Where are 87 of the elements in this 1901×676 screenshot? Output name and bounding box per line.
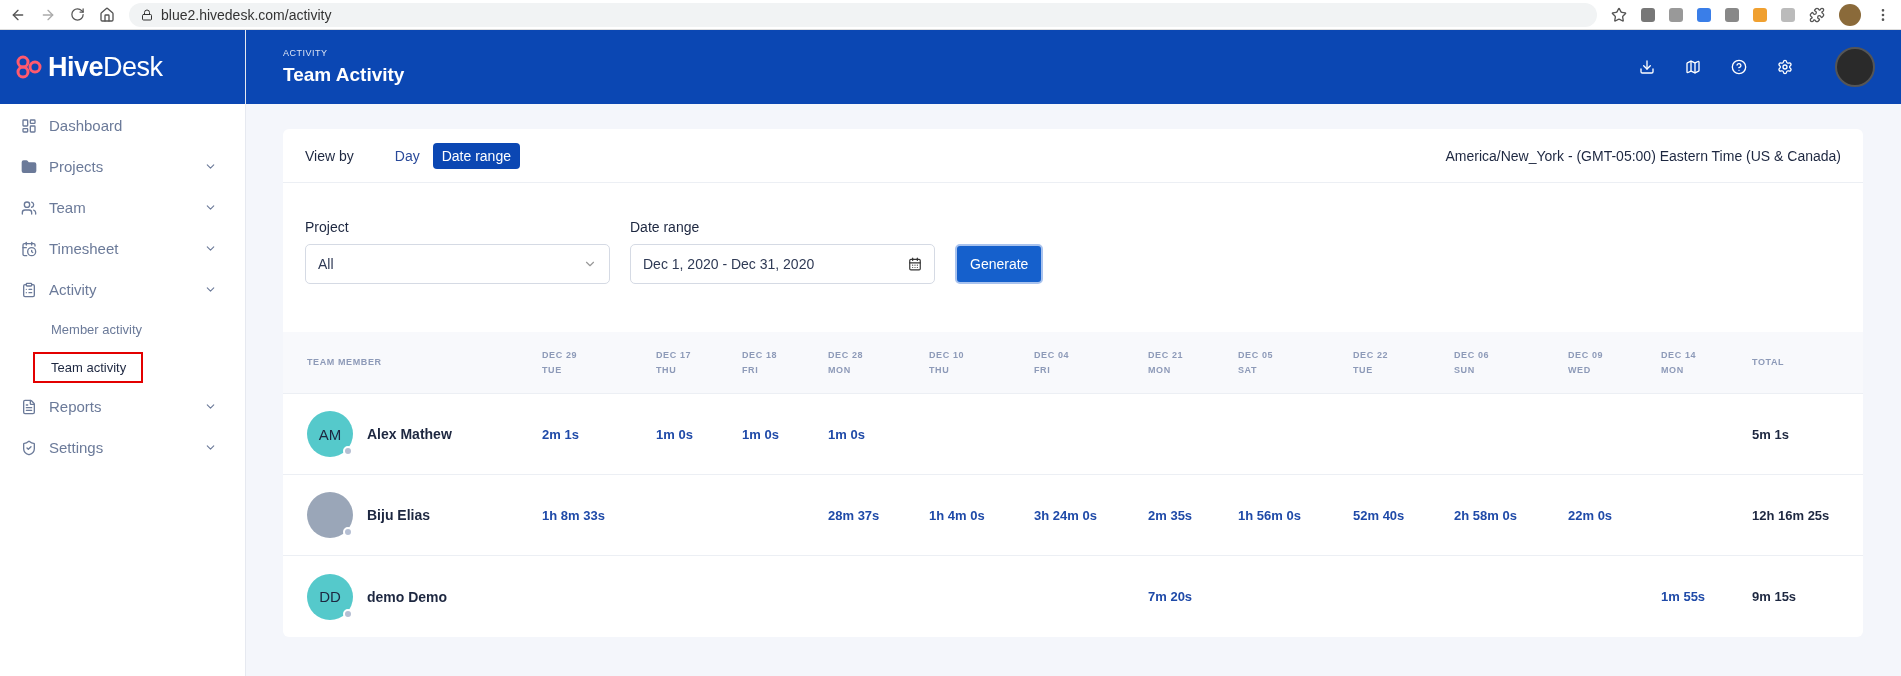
folder-icon	[21, 158, 37, 175]
duration-cell-text: 2m 1s	[542, 426, 580, 442]
initials-avatar: AM	[307, 411, 353, 457]
status-dot	[343, 527, 353, 537]
nav-item[interactable]: Timesheet	[0, 228, 245, 269]
date-range-field[interactable]: Dec 1, 2020 - Dec 31, 2020	[630, 244, 935, 284]
column-header: TEAM MEMBER	[306, 356, 383, 369]
view-option[interactable]: Day	[385, 142, 429, 169]
breadcrumb-label: ACTIVITY	[283, 48, 329, 58]
column-header: DEC 05 SAT	[1238, 348, 1275, 377]
calendar-icon	[908, 257, 922, 271]
calendar-clock-icon	[21, 240, 37, 257]
team-icon	[21, 199, 37, 216]
duration-cell-text: 1h 8m 33s	[542, 507, 606, 523]
duration-cell-text: 7m 20s	[1148, 589, 1194, 604]
total-cell-text: 9m 15s	[1752, 589, 1798, 604]
column-header: DEC 17 THU	[656, 348, 693, 377]
logo-text: HiveDesk	[48, 51, 163, 83]
lock-icon	[141, 8, 153, 21]
map-icon[interactable]	[1685, 59, 1701, 75]
reload-icon[interactable]	[70, 7, 85, 22]
shield-icon	[21, 439, 37, 456]
initials-avatar: DD	[307, 573, 353, 620]
duration-cell-text: 1m 55s	[1661, 589, 1707, 604]
extension-icon[interactable]	[1641, 7, 1655, 22]
field-label: Project	[305, 219, 350, 235]
column-header: TOTAL	[1752, 356, 1786, 369]
subnav-item[interactable]: Team activity	[33, 351, 144, 383]
column-header: DEC 21 MON	[1148, 348, 1185, 377]
logo-icon	[16, 55, 44, 79]
project-select[interactable]: All	[305, 244, 610, 284]
duration-cell-text: 1m 0s	[656, 426, 694, 442]
dashboard-icon	[21, 117, 37, 134]
total-cell-text: 12h 16m 25s	[1752, 507, 1831, 523]
settings-icon[interactable]	[1777, 59, 1793, 75]
subnav-item[interactable]: Member activity	[33, 313, 160, 345]
nav-item[interactable]: Settings	[0, 427, 245, 468]
column-header: DEC 04 FRI	[1034, 348, 1071, 377]
photo-placeholder	[307, 492, 353, 538]
help-icon[interactable]	[1731, 59, 1747, 75]
download-icon[interactable]	[1639, 59, 1655, 75]
profile-avatar[interactable]	[1839, 3, 1861, 26]
document-icon	[21, 398, 37, 415]
nav-item[interactable]: Activity	[0, 269, 245, 310]
duration-cell-text: 1m 0s	[828, 426, 866, 442]
member-name: Biju Elias	[367, 507, 431, 523]
view-by-label: View by	[305, 147, 354, 164]
column-header: DEC 18 FRI	[742, 348, 779, 377]
url-text: blue2.hivedesk.com/activity	[161, 6, 332, 23]
extension-icon[interactable]	[1669, 7, 1683, 22]
status-dot	[343, 608, 353, 619]
status-dot	[343, 446, 353, 456]
duration-cell-text: 28m 37s	[828, 507, 881, 523]
member-name: Alex Mathew	[367, 426, 452, 442]
home-icon[interactable]	[99, 6, 115, 23]
timezone-text: America/New_York - (GMT-05:00) Eastern Time (US & Canada)	[1445, 147, 1841, 164]
extension-icon[interactable]	[1725, 7, 1739, 22]
puzzle-icon[interactable]	[1809, 6, 1825, 23]
column-header: DEC 14 MON	[1661, 348, 1698, 377]
column-header: DEC 06 SUN	[1454, 348, 1491, 377]
duration-cell-text: 1m 0s	[742, 426, 780, 442]
duration-cell-text: 3h 24m 0s	[1034, 507, 1098, 523]
page-title: Team Activity	[283, 64, 406, 86]
address-bar[interactable]: blue2.hivedesk.com/activity	[129, 2, 1597, 27]
generate-button[interactable]: Generate	[955, 244, 1044, 284]
nav-item[interactable]: Dashboard	[0, 105, 245, 146]
duration-cell-text: 1h 4m 0s	[929, 507, 986, 523]
column-header: DEC 09 WED	[1568, 348, 1605, 377]
duration-cell-text: 52m 40s	[1353, 507, 1406, 523]
total-cell-text: 5m 1s	[1752, 426, 1790, 442]
duration-cell-text: 2h 58m 0s	[1454, 507, 1518, 523]
duration-cell-text: 22m 0s	[1568, 507, 1614, 523]
duration-cell-text: 2m 35s	[1148, 507, 1194, 523]
field-label: Date range	[630, 219, 701, 235]
column-header: DEC 28 MON	[828, 348, 865, 377]
view-option[interactable]: Date range	[432, 142, 520, 169]
star-icon[interactable]	[1611, 6, 1627, 23]
nav-item[interactable]: Reports	[0, 386, 245, 427]
member-name: demo Demo	[367, 588, 448, 605]
column-header: DEC 22 TUE	[1353, 348, 1390, 377]
duration-cell-text: 1h 56m 0s	[1238, 507, 1302, 523]
nav-item[interactable]: Projects	[0, 146, 245, 187]
column-header: DEC 29 TUE	[542, 348, 579, 377]
column-header: DEC 10 THU	[929, 348, 966, 377]
extension-icon[interactable]	[1697, 7, 1711, 22]
clipboard-icon	[21, 281, 37, 298]
nav-item[interactable]: Team	[0, 187, 245, 228]
